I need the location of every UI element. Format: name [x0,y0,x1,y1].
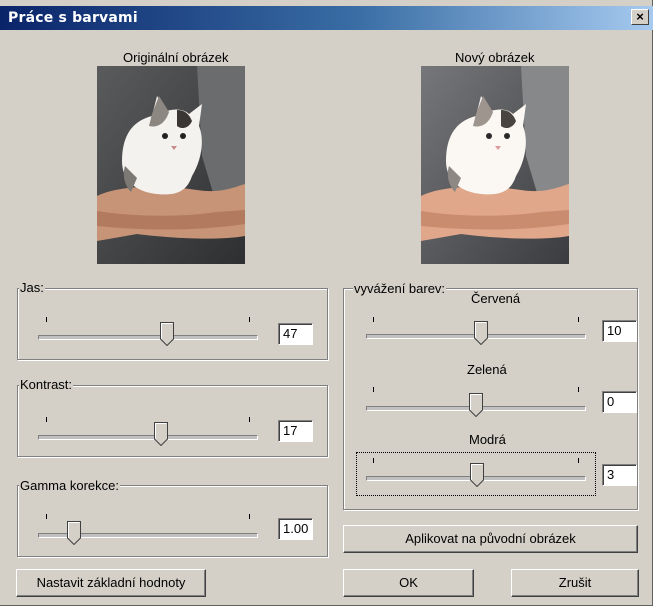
brightness-slider-thumb[interactable] [160,322,174,346]
kitten-photo-adjusted-icon [421,66,569,264]
slider-tick [46,514,47,519]
blue-slider-thumb[interactable] [470,463,484,487]
red-slider-thumb[interactable] [474,321,488,345]
slider-tick [249,417,250,422]
slider-tick [373,458,374,463]
blue-value-field[interactable]: 3 [602,464,637,486]
close-button[interactable]: × [631,9,649,25]
dialog-window: Práce s barvami × Originální obrázek Nov… [0,0,653,606]
red-label: Červená [471,291,521,306]
green-slider-thumb[interactable] [469,393,483,417]
contrast-label: Kontrast: [19,377,74,392]
red-value-field[interactable]: 10 [602,320,637,342]
brightness-value-field[interactable]: 47 [278,323,313,345]
gamma-value-field[interactable]: 1.00 [278,518,313,540]
close-icon: × [636,9,644,24]
slider-tick [46,417,47,422]
green-value-field[interactable]: 0 [602,391,637,413]
green-label: Zelená [467,362,507,377]
slider-tick [373,317,374,322]
apply-to-original-button[interactable]: Aplikovat na původní obrázek [343,525,638,553]
gamma-slider-thumb[interactable] [67,521,81,545]
title-bar[interactable]: Práce s barvami × [0,6,653,30]
slider-tick [578,458,579,463]
contrast-slider-track[interactable] [38,435,258,440]
slider-tick [249,317,250,322]
original-image-label: Originální obrázek [123,50,229,65]
contrast-slider-thumb[interactable] [154,422,168,446]
original-image [97,66,245,264]
brightness-label: Jas: [19,280,45,295]
window-title: Práce s barvami [8,10,138,26]
contrast-value-field[interactable]: 17 [278,420,313,442]
gamma-label: Gamma korekce: [19,478,120,493]
reset-defaults-button[interactable]: Nastavit základní hodnoty [16,569,206,597]
brightness-slider-track[interactable] [38,335,258,340]
new-image-label: Nový obrázek [455,50,535,65]
kitten-photo-icon [97,66,245,264]
slider-tick [578,317,579,322]
slider-tick [46,317,47,322]
blue-label: Modrá [469,432,506,447]
cancel-button[interactable]: Zrušit [511,569,639,597]
color-balance-label: vyvážení barev: [353,281,447,296]
new-image [421,66,569,264]
slider-tick [373,387,374,392]
ok-button[interactable]: OK [343,569,474,597]
slider-tick [578,387,579,392]
slider-tick [249,514,250,519]
